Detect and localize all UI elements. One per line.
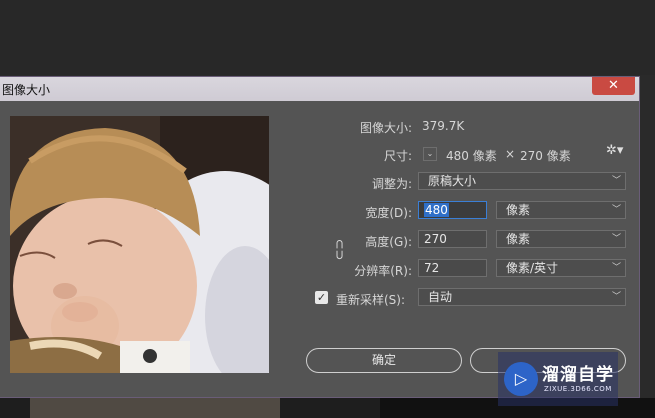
image-size-label: 图像大小:: [359, 121, 412, 135]
width-label: 宽度(D):: [365, 206, 412, 220]
gear-icon[interactable]: ✲▾: [606, 143, 623, 158]
width-unit: 像素: [506, 203, 531, 217]
dialog-title: 图像大小: [2, 83, 51, 97]
background-strip: [30, 398, 280, 418]
watermark: ▷ 溜溜自学 ZIXUE.3D66.COM: [498, 352, 618, 406]
ok-button[interactable]: 确定: [306, 348, 462, 373]
height-unit: 像素: [506, 232, 531, 246]
chevron-down-icon: ﹀: [611, 292, 621, 302]
watermark-title: 溜溜自学: [542, 365, 614, 385]
watermark-logo-icon: ▷: [504, 362, 538, 396]
fit-to-label: 调整为:: [371, 177, 412, 191]
fit-to-value: 原稿大小: [428, 174, 477, 188]
resolution-unit-select[interactable]: 像素/英寸 ﹀: [496, 259, 626, 277]
resample-label: 重新采样(S):: [336, 293, 406, 307]
dimensions-height: 270 像素: [520, 149, 571, 163]
fit-to-select[interactable]: 原稿大小 ﹀: [418, 172, 626, 190]
image-preview[interactable]: [10, 116, 269, 373]
resolution-unit: 像素/英寸: [506, 261, 559, 275]
chevron-down-icon: ﹀: [611, 234, 621, 244]
resolution-label: 分辨率(R):: [354, 264, 412, 278]
width-unit-select[interactable]: 像素 ﹀: [496, 201, 626, 219]
width-input[interactable]: 480: [418, 201, 487, 219]
image-size-dialog: 图像大小 ✕ 图像大小: 379.7K ✲▾ 尺寸: ⌄ 480 像素 × 27…: [0, 76, 640, 398]
resolution-value: 72: [424, 261, 440, 275]
dimensions-label: 尺寸:: [383, 149, 412, 163]
resample-select[interactable]: 自动 ﹀: [418, 288, 626, 306]
dimensions-times: ×: [505, 147, 516, 161]
baby-photo: [10, 116, 269, 373]
dimensions-unit-dropdown[interactable]: ⌄: [423, 147, 437, 161]
height-unit-select[interactable]: 像素 ﹀: [496, 230, 626, 248]
height-label: 高度(G):: [365, 235, 412, 249]
dimensions-width: 480 像素: [446, 149, 497, 163]
width-value: 480: [424, 203, 449, 217]
background-top: [0, 0, 655, 75]
chevron-down-icon: ﹀: [611, 176, 621, 186]
resample-value: 自动: [428, 290, 453, 304]
chevron-down-icon: ﹀: [611, 205, 621, 215]
resolution-input[interactable]: 72: [418, 259, 487, 277]
close-button[interactable]: ✕: [592, 77, 635, 95]
height-value: 270: [424, 232, 447, 246]
resample-checkbox[interactable]: ✓: [315, 291, 328, 304]
chevron-down-icon: ﹀: [611, 263, 621, 273]
image-size-value: 379.7K: [422, 119, 465, 133]
dialog-titlebar[interactable]: 图像大小 ✕: [0, 77, 639, 101]
height-input[interactable]: 270: [418, 230, 487, 248]
watermark-subtitle: ZIXUE.3D66.COM: [544, 385, 612, 393]
